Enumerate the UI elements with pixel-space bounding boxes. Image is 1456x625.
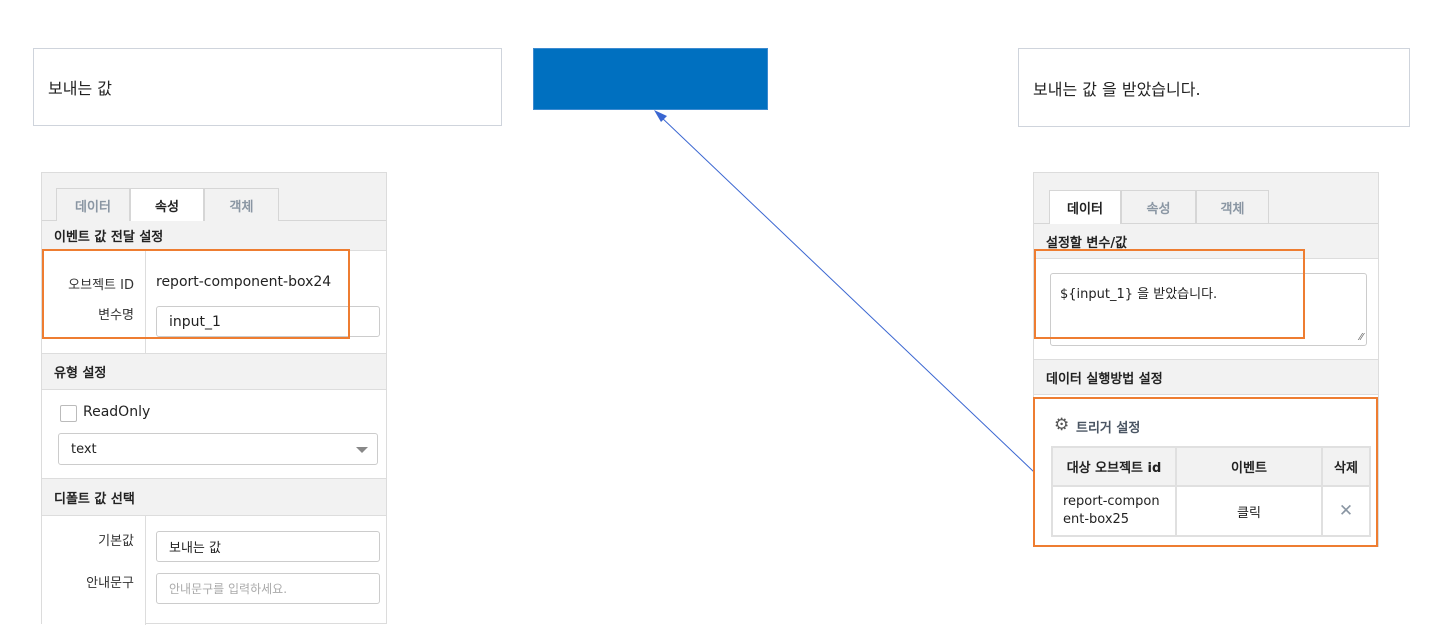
variable-name-input[interactable]: input_1	[156, 306, 380, 337]
tab-data[interactable]: 데이터	[1049, 190, 1121, 224]
col-event: 이벤트	[1175, 446, 1323, 487]
properties-panel-left: 데이터 속성 객체 이벤트 값 전달 설정 오브젝트 ID report-com…	[41, 172, 387, 625]
variable-name-label: 변수명	[98, 308, 134, 323]
tab-object[interactable]: 객체	[204, 188, 279, 221]
trigger-title: 트리거 설정	[1076, 421, 1141, 436]
col-target: 대상 오브젝트 id	[1051, 446, 1177, 487]
tab-properties[interactable]: 속성	[1121, 190, 1196, 223]
delete-icon[interactable]: ✕	[1339, 501, 1353, 521]
readonly-checkbox[interactable]	[60, 405, 77, 422]
default-value-input[interactable]: 보내는 값	[156, 531, 380, 562]
gear-icon: ⚙	[1054, 415, 1070, 435]
hint-label: 안내문구	[86, 576, 134, 591]
chevron-down-icon	[356, 447, 368, 453]
default-value-label: 기본값	[98, 534, 134, 549]
section-default-title: 디폴트 값 선택	[42, 478, 386, 516]
tab-object[interactable]: 객체	[1196, 190, 1269, 223]
readonly-label: ReadOnly	[83, 404, 151, 420]
section-value-title: 설정할 변수/값	[1034, 224, 1378, 259]
event-cell: 클릭	[1175, 485, 1323, 537]
properties-panel-right: 데이터 속성 객체 설정할 변수/값 ${input_1} 을 받았습니다. ⁄…	[1033, 172, 1379, 547]
value-text: ${input_1} 을 받았습니다.	[1060, 287, 1218, 302]
tab-data[interactable]: 데이터	[56, 188, 130, 221]
object-id-label: 오브젝트 ID	[68, 278, 134, 293]
col-delete: 삭제	[1321, 446, 1371, 487]
type-select-value: text	[71, 441, 97, 457]
resize-handle-icon[interactable]: ⁄⁄	[1360, 332, 1363, 343]
tab-properties[interactable]: 속성	[130, 188, 204, 222]
section-exec-title: 데이터 실행방법 설정	[1034, 359, 1378, 395]
section-type-title: 유형 설정	[42, 353, 386, 390]
target-cell: report-component-box25	[1051, 485, 1177, 537]
object-id-value: report-component-box24	[156, 274, 332, 290]
value-textarea[interactable]: ${input_1} 을 받았습니다. ⁄⁄	[1050, 273, 1367, 346]
type-select[interactable]: text	[58, 433, 378, 465]
section-event-title: 이벤트 값 전달 설정	[42, 221, 386, 251]
hint-input[interactable]: 안내문구를 입력하세요.	[156, 573, 380, 604]
table-row: report-component-box25 클릭 ✕	[1051, 485, 1371, 537]
trigger-table: 대상 오브젝트 id 이벤트 삭제 report-component-box25…	[1051, 446, 1371, 537]
